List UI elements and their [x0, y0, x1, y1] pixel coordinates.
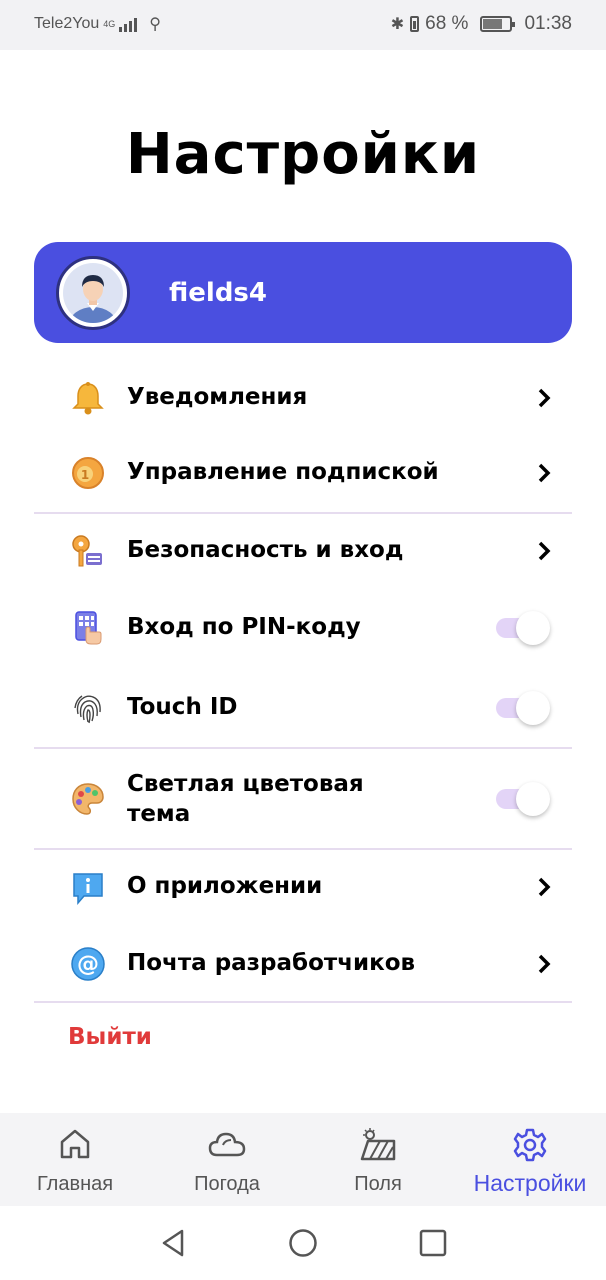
settings-item-label: Светлая цветовая тема: [127, 769, 364, 829]
divider: [34, 512, 572, 514]
chevron-right-icon: [538, 463, 551, 483]
settings-item-label: Безопасность и вход: [127, 537, 404, 563]
divider: [34, 747, 572, 749]
coin-icon: 1: [72, 457, 104, 489]
settings-item-dev-mail[interactable]: @ Почта разработчиков: [34, 944, 572, 984]
divider: [34, 1001, 572, 1003]
key-icon: [72, 535, 102, 567]
chevron-right-icon: [538, 388, 551, 408]
chevron-right-icon: [538, 954, 551, 974]
bottom-tab-bar: Главная Погода Поля Настройки: [0, 1113, 606, 1206]
logout-button[interactable]: Выйти: [68, 1024, 152, 1050]
tab-home[interactable]: Главная: [0, 1113, 150, 1206]
cloud-icon: [208, 1132, 246, 1157]
bluetooth-icon: ✱: [390, 16, 405, 33]
profile-card[interactable]: fields4: [34, 242, 572, 343]
settings-item-subscription[interactable]: 1 Управление подпиской: [34, 453, 572, 493]
phone-battery-icon: [410, 16, 420, 32]
home-icon: [60, 1129, 90, 1159]
svg-text:@: @: [77, 952, 99, 977]
usb-icon: ⚲: [149, 16, 161, 33]
tab-weather[interactable]: Погода: [152, 1113, 302, 1206]
divider: [34, 848, 572, 850]
settings-item-about[interactable]: О приложении: [34, 867, 572, 907]
status-left: Tele2You 4G ⚲: [34, 14, 161, 34]
toggle-knob: [516, 611, 550, 645]
settings-item-notifications[interactable]: Уведомления: [34, 378, 572, 418]
info-icon: [73, 873, 103, 906]
settings-item-label: Вход по PIN-коду: [127, 614, 361, 640]
avatar: [56, 256, 130, 330]
battery-percent: 68 %: [425, 13, 469, 34]
at-sign-icon: @: [71, 947, 105, 981]
tab-fields[interactable]: Поля: [303, 1113, 453, 1206]
pin-login-toggle[interactable]: [496, 611, 550, 645]
status-right: ✱ 68 % 01:38: [391, 13, 572, 35]
home-circle-icon[interactable]: [288, 1228, 318, 1258]
tab-label: Главная: [36, 1173, 114, 1195]
touch-id-toggle[interactable]: [496, 691, 550, 725]
settings-item-light-theme: Светлая цветовая тема: [34, 766, 572, 832]
settings-item-label: Управление подпиской: [127, 459, 439, 485]
toggle-knob: [516, 691, 550, 725]
user-avatar-icon: [69, 275, 117, 323]
recents-icon[interactable]: [418, 1228, 448, 1258]
settings-item-touch-id: Touch ID: [34, 686, 572, 730]
keypad-icon: [75, 611, 102, 645]
settings-item-label-line2: тема: [127, 801, 191, 827]
signal-icon: [119, 16, 138, 32]
bell-icon: [72, 382, 104, 415]
settings-item-label: О приложении: [127, 873, 323, 899]
settings-item-security[interactable]: Безопасность и вход: [34, 531, 572, 571]
palette-icon: [72, 783, 104, 815]
settings-item-label: Почта разработчиков: [127, 950, 416, 976]
tab-label: Поля: [354, 1173, 402, 1195]
light-theme-toggle[interactable]: [496, 782, 550, 816]
svg-text:1: 1: [81, 468, 89, 482]
back-icon[interactable]: [158, 1228, 188, 1258]
profile-username: fields4: [169, 278, 267, 308]
status-bar: Tele2You 4G ⚲ ✱ 68 % 01:38: [0, 0, 606, 50]
field-icon: [360, 1128, 396, 1161]
settings-item-label: Уведомления: [127, 384, 308, 410]
gear-icon: [513, 1128, 547, 1162]
settings-item-label-line1: Светлая цветовая: [127, 771, 364, 797]
chevron-right-icon: [538, 877, 551, 897]
page-title: Настройки: [125, 122, 481, 187]
tab-settings[interactable]: Настройки: [455, 1113, 605, 1206]
battery-icon: [480, 16, 516, 32]
settings-item-pin-login: Вход по PIN-коду: [34, 606, 572, 650]
carrier-name: Tele2You: [34, 15, 100, 32]
fingerprint-icon: [74, 695, 101, 724]
clock: 01:38: [524, 13, 572, 34]
tab-label: Настройки: [473, 1170, 587, 1196]
network-type: 4G: [103, 18, 116, 29]
tab-label: Погода: [194, 1173, 260, 1195]
toggle-knob: [516, 782, 550, 816]
settings-item-label: Touch ID: [127, 694, 238, 720]
system-nav-bar: [0, 1206, 606, 1280]
chevron-right-icon: [538, 541, 551, 561]
